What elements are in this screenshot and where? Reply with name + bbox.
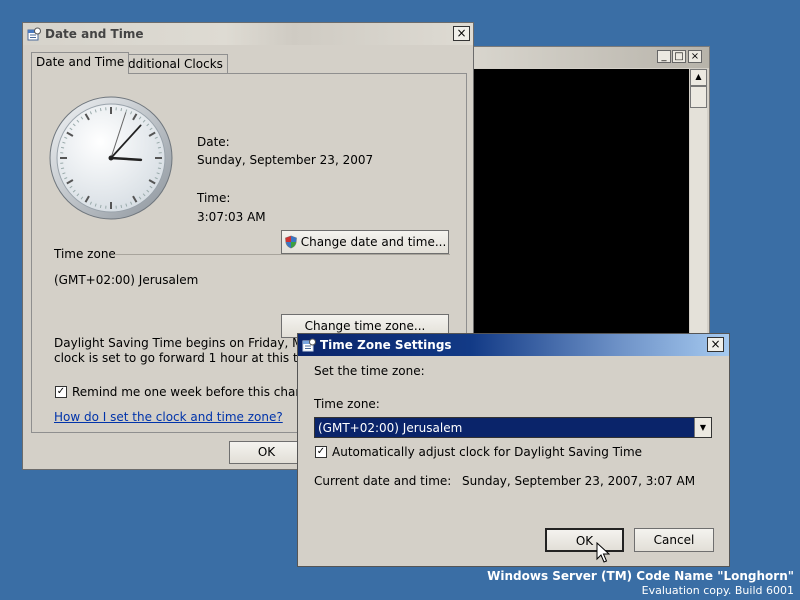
clock-tick — [120, 204, 123, 208]
uac-shield-icon — [284, 235, 297, 249]
clock-tick — [157, 167, 161, 170]
auto-adjust-dst-label: Automatically adjust clock for Daylight … — [332, 445, 643, 459]
clock-tick — [99, 204, 102, 208]
clock-tick — [61, 167, 65, 170]
scroll-up-arrow-icon[interactable]: ▲ — [690, 69, 707, 86]
change-date-time-button[interactable]: Change date and time... — [281, 230, 449, 254]
date-time-close-button[interactable]: × — [453, 26, 470, 41]
os-watermark-title: Windows Server (TM) Code Name "Longhorn" — [487, 569, 794, 583]
console-minimize-button[interactable]: _ — [657, 50, 671, 63]
date-time-titlebar[interactable]: Date and Time × — [23, 23, 473, 45]
chevron-down-icon[interactable]: ▼ — [694, 418, 711, 437]
time-zone-separator — [114, 254, 450, 255]
remind-checkbox[interactable]: ✓ — [55, 386, 67, 398]
time-zone-heading: Time zone — [54, 247, 116, 261]
calendar-clock-icon — [27, 27, 41, 41]
clock-tick — [157, 146, 161, 149]
dst-info-line1: Daylight Saving Time begins on Friday, M… — [54, 336, 329, 350]
time-zone-settings-title: Time Zone Settings — [320, 338, 452, 352]
clock-tick — [61, 146, 65, 149]
time-zone-ok-button[interactable]: OK — [545, 528, 624, 552]
analog-clock — [49, 96, 173, 220]
clock-center — [108, 155, 114, 161]
clock-tick — [99, 108, 102, 112]
time-zone-value: (GMT+02:00) Jerusalem — [54, 273, 199, 287]
console-maximize-button[interactable]: □ — [672, 50, 686, 63]
time-zone-dropdown[interactable]: (GMT+02:00) Jerusalem ▼ — [314, 417, 712, 438]
current-date-time-label: Current date and time: — [314, 474, 452, 488]
clock-tick — [120, 108, 123, 112]
console-close-button[interactable]: × — [688, 50, 702, 63]
change-date-time-label: Change date and time... — [300, 235, 447, 249]
time-zone-settings-titlebar[interactable]: Time Zone Settings × — [298, 334, 729, 356]
time-zone-settings-close-button[interactable]: × — [707, 337, 724, 352]
console-titlebar[interactable]: _ □ × — [469, 47, 709, 68]
help-link[interactable]: How do I set the clock and time zone? — [54, 410, 283, 424]
date-time-ok-button[interactable]: OK — [229, 441, 304, 464]
console-scrollbar[interactable]: ▲ — [690, 69, 707, 347]
date-label: Date: — [197, 135, 230, 149]
time-zone-dropdown-value: (GMT+02:00) Jerusalem — [318, 421, 463, 435]
remind-checkbox-label: Remind me one week before this change o — [72, 385, 330, 399]
time-zone-field-label: Time zone: — [314, 397, 380, 411]
console-output[interactable] — [474, 69, 689, 347]
time-value: 3:07:03 AM — [197, 210, 266, 224]
date-time-title: Date and Time — [45, 27, 144, 41]
time-label: Time: — [197, 191, 231, 205]
desktop: { "console_window": { "minimize_glyph": … — [0, 0, 800, 600]
tab-additional-clocks[interactable]: Additional Clocks — [115, 54, 228, 74]
time-zone-cancel-button[interactable]: Cancel — [634, 528, 714, 552]
calendar-clock-icon — [302, 338, 316, 352]
set-time-zone-label: Set the time zone: — [314, 364, 425, 378]
time-zone-settings-dialog: Time Zone Settings × Set the time zone: … — [297, 333, 730, 567]
scroll-thumb[interactable] — [690, 86, 707, 108]
current-date-time-value: Sunday, September 23, 2007, 3:07 AM — [462, 474, 696, 488]
mouse-pointer-icon — [596, 542, 610, 563]
dst-info-line2: clock is set to go forward 1 hour at thi… — [54, 351, 324, 365]
os-watermark-build: Evaluation copy. Build 6001 — [641, 584, 794, 597]
console-window: _ □ × ▲ — [468, 46, 710, 348]
tab-date-and-time[interactable]: Date and Time — [31, 52, 130, 74]
auto-adjust-dst-checkbox[interactable]: ✓ — [315, 446, 327, 458]
date-value: Sunday, September 23, 2007 — [197, 153, 374, 167]
